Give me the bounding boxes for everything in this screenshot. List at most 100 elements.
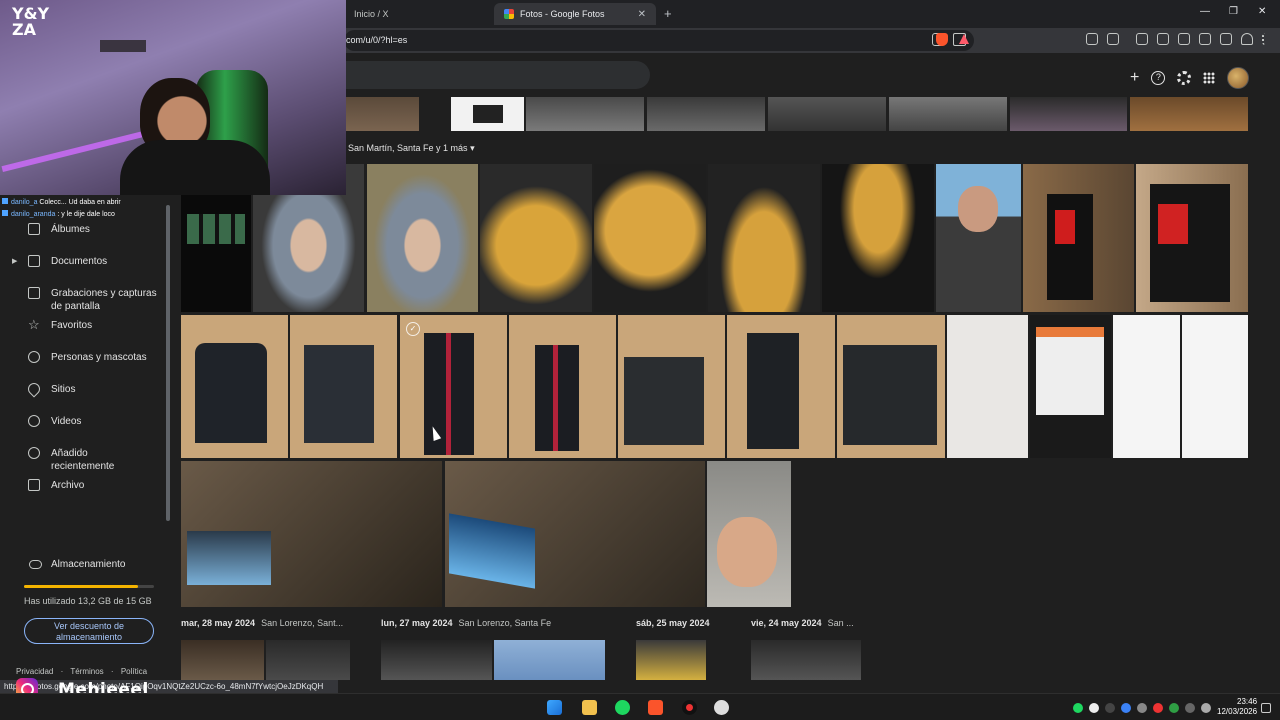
- tray-app-icon[interactable]: [1105, 703, 1115, 713]
- photo-thumbnail[interactable]: [1136, 164, 1248, 312]
- photo-thumbnail[interactable]: [727, 315, 835, 458]
- photo-thumbnail[interactable]: [708, 164, 820, 312]
- photo-thumbnail[interactable]: [381, 640, 492, 680]
- screenshots-icon: [28, 287, 40, 299]
- photo-thumbnail[interactable]: [707, 461, 791, 607]
- media-icon[interactable]: [1157, 33, 1169, 45]
- date-group-label[interactable]: lun, 27 may 2024 San Lorenzo, Santa Fe: [381, 618, 551, 628]
- location-pin-icon: [25, 380, 43, 398]
- wallet-icon[interactable]: [1199, 33, 1211, 45]
- extensions-puzzle-icon[interactable]: [1086, 33, 1098, 45]
- sidebar-item-label: Favoritos: [51, 319, 93, 331]
- photo-thumbnail[interactable]: [509, 315, 616, 458]
- start-windows-icon[interactable]: [547, 700, 562, 715]
- storage-label[interactable]: Almacenamiento: [51, 559, 125, 570]
- sidebar-item-label: Grabaciones y capturas de pantalla: [51, 288, 157, 312]
- photo-thumbnail[interactable]: [947, 315, 1028, 458]
- tab-google-photos[interactable]: Fotos - Google Fotos ✕: [494, 3, 656, 25]
- sidebar-scrollbar[interactable]: [166, 205, 170, 521]
- policy-link[interactable]: Política: [121, 667, 147, 676]
- photo-thumbnail[interactable]: [1130, 97, 1248, 131]
- help-icon[interactable]: ?: [1151, 71, 1166, 85]
- photo-thumbnail[interactable]: [526, 97, 644, 131]
- photo-thumbnail[interactable]: [1030, 315, 1111, 458]
- photo-thumbnail[interactable]: [751, 640, 861, 680]
- tray-app-icon[interactable]: [1185, 703, 1195, 713]
- tab-label: Fotos - Google Fotos: [520, 9, 605, 19]
- restore-button[interactable]: ❐: [1229, 6, 1238, 17]
- system-clock[interactable]: 23:46 12/03/2026: [1217, 697, 1257, 717]
- app-icon[interactable]: [714, 700, 729, 715]
- spotify-icon[interactable]: [615, 700, 630, 715]
- photo-thumbnail[interactable]: [837, 315, 945, 458]
- photo-thumbnail[interactable]: [618, 315, 725, 458]
- photo-thumbnail[interactable]: [494, 640, 605, 680]
- expand-arrow-icon[interactable]: ▶: [12, 257, 17, 265]
- tray-app-icon[interactable]: [1137, 703, 1147, 713]
- sidebar-toggle-icon[interactable]: [1178, 33, 1190, 45]
- tray-app-icon[interactable]: [1121, 703, 1131, 713]
- notification-bell-icon[interactable]: [1261, 703, 1271, 713]
- file-explorer-icon[interactable]: [582, 700, 597, 715]
- photo-thumbnail[interactable]: [445, 461, 705, 607]
- create-plus-icon[interactable]: +: [1130, 70, 1139, 86]
- photo-thumbnail[interactable]: [480, 164, 592, 312]
- terms-link[interactable]: Términos: [70, 667, 103, 676]
- tab-close-icon[interactable]: ✕: [638, 9, 646, 20]
- tray-app-icon[interactable]: [1089, 703, 1099, 713]
- date-group-label[interactable]: mar, 28 may 2024 San Lorenzo, Sant...: [181, 618, 343, 628]
- people-icon: [28, 351, 40, 363]
- tab-x-home[interactable]: Inicio / X: [344, 3, 490, 25]
- photo-thumbnail[interactable]: [647, 97, 765, 131]
- vpn-shield-icon[interactable]: [1241, 33, 1253, 45]
- obs-icon[interactable]: [682, 700, 697, 715]
- photo-thumbnail[interactable]: [768, 97, 886, 131]
- photo-thumbnail[interactable]: [181, 315, 288, 458]
- leo-ai-icon[interactable]: [1220, 33, 1232, 45]
- location-header[interactable]: San Martín, Santa Fe y 1 más ▾: [348, 143, 475, 154]
- date-group-label[interactable]: vie, 24 may 2024 San ...: [751, 618, 854, 628]
- photo-thumbnail[interactable]: [451, 97, 524, 131]
- photo-thumbnail[interactable]: [266, 640, 350, 680]
- tray-spotify-icon[interactable]: [1073, 703, 1083, 713]
- photo-thumbnail[interactable]: [181, 461, 442, 607]
- photo-thumbnail[interactable]: [1182, 315, 1248, 458]
- photo-thumbnail[interactable]: [1023, 164, 1134, 312]
- account-avatar[interactable]: [1227, 67, 1250, 89]
- search-input[interactable]: [344, 61, 650, 89]
- settings-gear-icon[interactable]: [1177, 71, 1192, 85]
- photo-thumbnail[interactable]: [1010, 97, 1127, 131]
- close-window-button[interactable]: ✕: [1258, 6, 1266, 17]
- photo-thumbnail[interactable]: [594, 164, 706, 312]
- privacy-link[interactable]: Privacidad: [16, 667, 53, 676]
- streamer-body: [120, 140, 270, 195]
- apps-grid-icon[interactable]: [1203, 72, 1216, 84]
- photo-thumbnail[interactable]: [346, 97, 419, 131]
- download-icon[interactable]: [1136, 33, 1148, 45]
- address-bar[interactable]: com/u/0/?hl=es: [344, 30, 974, 51]
- photo-thumbnail[interactable]: [636, 640, 706, 680]
- tray-volume-icon[interactable]: [1201, 703, 1211, 713]
- photo-thumbnail[interactable]: [1113, 315, 1180, 458]
- sidebar-item-label: Sitios: [51, 383, 76, 395]
- tray-app-icon[interactable]: [1169, 703, 1179, 713]
- tab-search-icon[interactable]: [1107, 33, 1119, 45]
- photo-thumbnail[interactable]: [400, 315, 507, 458]
- brave-rewards-icon[interactable]: [959, 34, 969, 44]
- select-check-icon[interactable]: ✓: [406, 322, 420, 336]
- menu-kebab-icon[interactable]: [1262, 33, 1274, 45]
- brave-browser-icon[interactable]: [648, 700, 663, 715]
- brave-shields-icon[interactable]: [936, 33, 948, 46]
- sidebar-item-label: Álbumes: [51, 223, 90, 235]
- photo-thumbnail[interactable]: [822, 164, 934, 312]
- date-group-label[interactable]: sáb, 25 may 2024: [636, 618, 716, 628]
- minimize-button[interactable]: —: [1200, 6, 1210, 17]
- tray-app-icon[interactable]: [1153, 703, 1163, 713]
- storage-discount-button[interactable]: Ver descuento de almacenamiento: [24, 618, 154, 644]
- photo-thumbnail[interactable]: [181, 640, 264, 680]
- photo-thumbnail[interactable]: [889, 97, 1007, 131]
- new-tab-button[interactable]: +: [664, 6, 672, 21]
- photo-thumbnail[interactable]: [367, 164, 478, 312]
- photo-thumbnail[interactable]: [936, 164, 1021, 312]
- photo-thumbnail[interactable]: [290, 315, 397, 458]
